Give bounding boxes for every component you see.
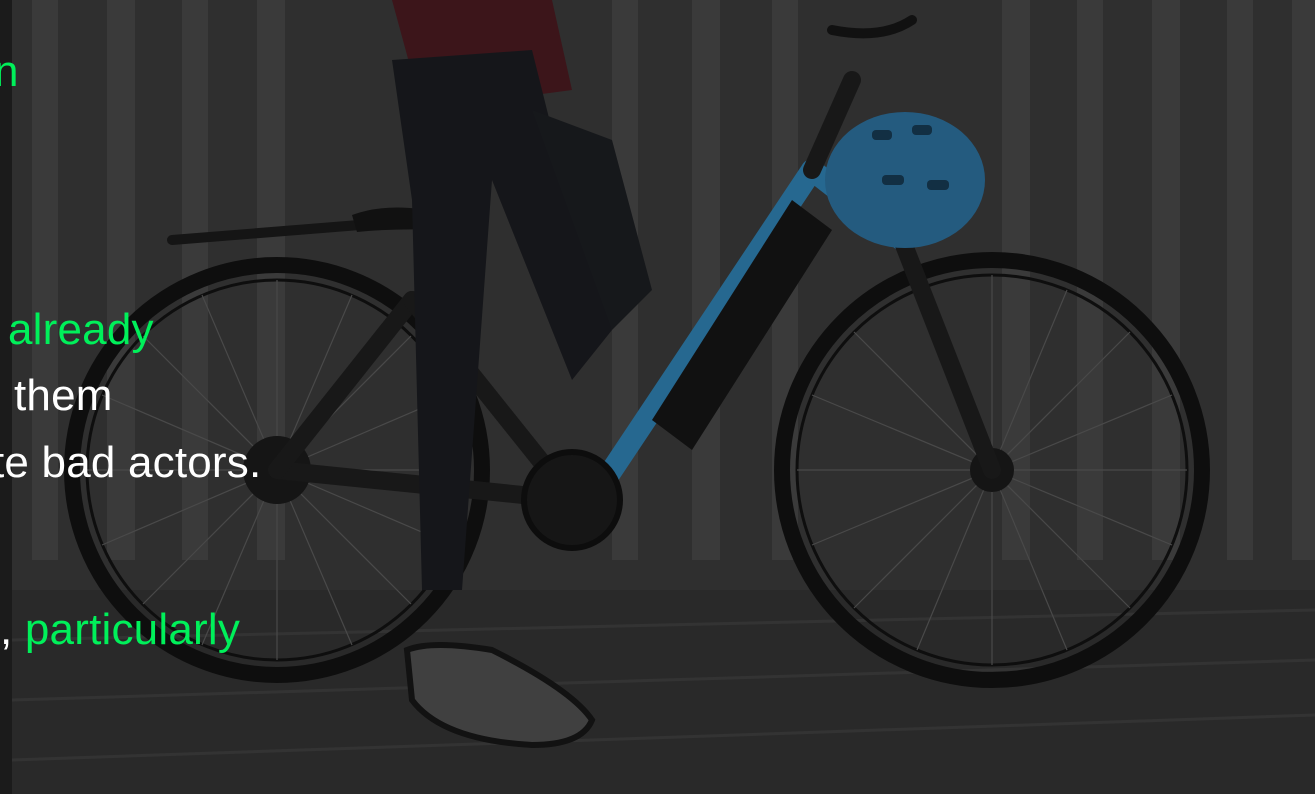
background-photo-ebike [12, 0, 1315, 794]
slide-left-edge [0, 0, 12, 794]
slide: n already them te bad actors. , particul… [0, 0, 1315, 794]
